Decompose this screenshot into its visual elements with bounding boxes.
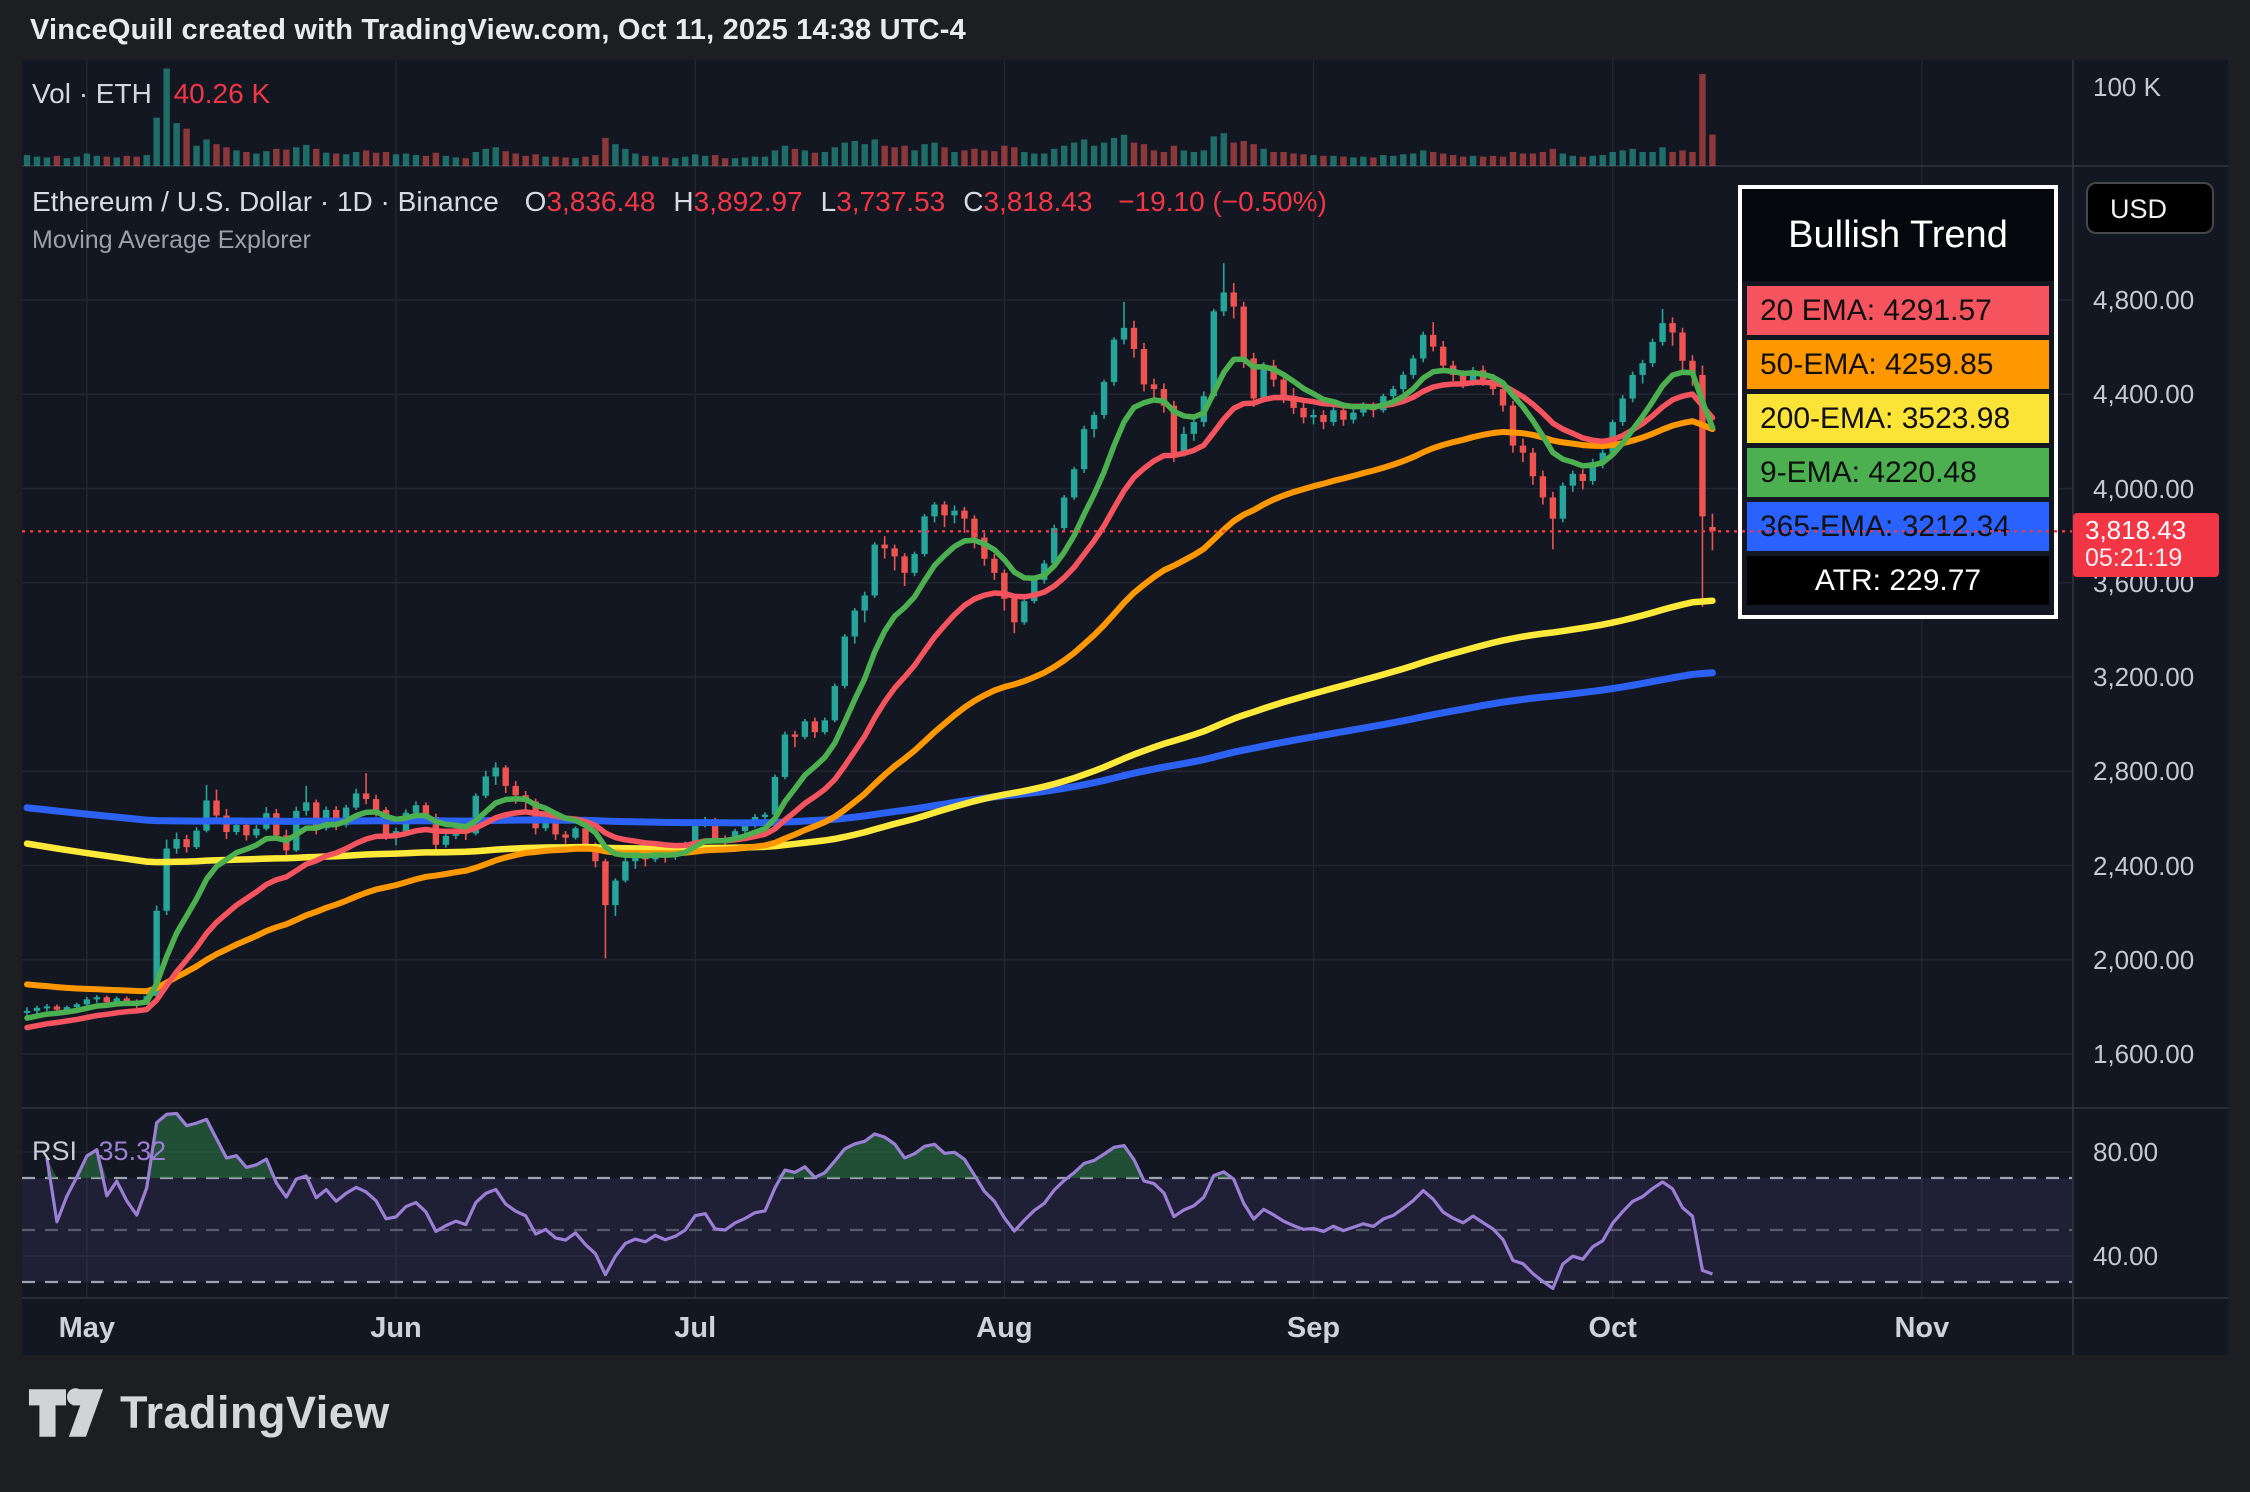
legend-title: Bullish Trend <box>1742 189 2054 281</box>
legend-row: 9-EMA: 4220.48 <box>1747 448 2049 497</box>
price-axis-label: 4,800.00 <box>2093 285 2194 315</box>
rsi-axis-label: 80.00 <box>2093 1137 2158 1167</box>
rsi-value: 35.32 <box>99 1136 167 1166</box>
volume-pane-header: Vol · ETH 40.26 K <box>32 78 270 110</box>
last-price-badge[interactable]: 3,818.43 05:21:19 <box>2073 513 2219 577</box>
rsi-pane-header: RSI 35.32 <box>32 1136 166 1167</box>
month-label-jul: Jul <box>650 1312 740 1345</box>
rsi-axis-label: 40.00 <box>2093 1241 2158 1271</box>
currency-toggle-button[interactable]: USD <box>2086 182 2214 234</box>
legend-row: ATR: 229.77 <box>1747 556 2049 605</box>
ohlc-h: H3,892.97 <box>673 186 802 217</box>
month-label-sep: Sep <box>1269 1312 1359 1345</box>
month-label-nov: Nov <box>1877 1312 1967 1345</box>
tradingview-logo-icon <box>28 1384 104 1442</box>
volume-value: 40.26 K <box>174 78 271 109</box>
ohlc-c: C3,818.43 <box>963 186 1092 217</box>
price-axis-label: 1,600.00 <box>2093 1039 2194 1069</box>
ema-legend-box[interactable]: Bullish Trend 20 EMA: 4291.57 50-EMA: 425… <box>1738 185 2058 619</box>
legend-rows: 20 EMA: 4291.57 50-EMA: 4259.85 200-EMA: 3… <box>1742 286 2054 605</box>
price-axis-label: 2,000.00 <box>2093 945 2194 975</box>
month-label-oct: Oct <box>1568 1312 1658 1345</box>
legend-row: 50-EMA: 4259.85 <box>1747 340 2049 389</box>
tradingview-brand-text: TradingView <box>120 1387 390 1439</box>
legend-row: 200-EMA: 3523.98 <box>1747 394 2049 443</box>
month-label-may: May <box>42 1312 132 1345</box>
price-axis-label: 3,200.00 <box>2093 662 2194 692</box>
price-axis-label: 2,800.00 <box>2093 756 2194 786</box>
price-axis-label: 4,000.00 <box>2093 474 2194 504</box>
price-axis-label: 2,400.00 <box>2093 851 2194 881</box>
month-label-aug: Aug <box>959 1312 1049 1345</box>
last-price-value: 3,818.43 <box>2085 516 2219 545</box>
ohlc-l: L3,737.53 <box>821 186 946 217</box>
legend-row: 365-EMA: 3212.34 <box>1747 502 2049 551</box>
volume-axis-label: 100 K <box>2093 72 2161 102</box>
volume-label: Vol · ETH <box>32 78 152 109</box>
ohlc-o: O3,836.48 <box>525 186 656 217</box>
price-axis-label: 4,400.00 <box>2093 379 2194 409</box>
symbol-description: Ethereum / U.S. Dollar · 1D · Binance <box>32 186 499 217</box>
legend-row: 20 EMA: 4291.57 <box>1747 286 2049 335</box>
symbol-header: Ethereum / U.S. Dollar · 1D · Binance O3… <box>32 186 1327 218</box>
bar-close-countdown: 05:21:19 <box>2085 545 2219 572</box>
rsi-label: RSI <box>32 1136 77 1166</box>
ohlc-readout: O3,836.48 H3,892.97 L3,737.53 C3,818.43 <box>507 186 1093 217</box>
indicator-label: Moving Average Explorer <box>32 226 311 255</box>
change-readout: −19.10 (−0.50%) <box>1118 186 1327 217</box>
month-label-jun: Jun <box>351 1312 441 1345</box>
attribution-bar: VinceQuill created with TradingView.com,… <box>0 0 2250 60</box>
tradingview-footer[interactable]: TradingView <box>28 1378 390 1448</box>
tradingview-chart-page: VinceQuill created with TradingView.com,… <box>0 0 2250 1492</box>
attribution-text: VinceQuill created with TradingView.com,… <box>30 14 966 47</box>
